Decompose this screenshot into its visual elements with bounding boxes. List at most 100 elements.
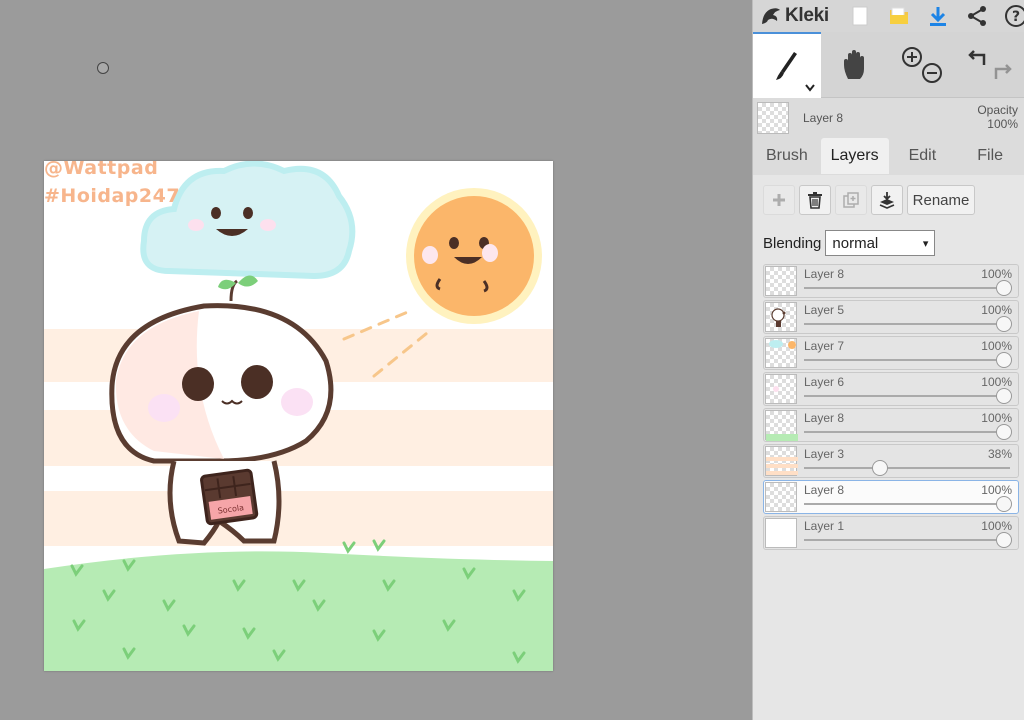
undo-icon[interactable] [968,50,986,65]
canvas-workspace[interactable]: Socola @Wattpad #Hoidap247 [0,0,752,720]
layer-thumbnail [765,266,797,296]
layer-opacity-value: 100% [981,375,1012,389]
layer-list: Layer 8 100% Layer 5 100% Layer 7 100% Layer 6… [763,264,1019,552]
blending-value: normal [832,234,879,252]
layer-opacity-slider[interactable] [804,539,1010,541]
layer-opacity-slider-handle[interactable] [996,532,1012,548]
brush-icon [775,52,797,80]
help-icon[interactable]: ? [1003,3,1024,29]
hand-tool[interactable] [821,32,889,98]
layer-opacity-slider[interactable] [804,287,1010,289]
layer-opacity-value: 38% [987,447,1012,461]
watermark-line-2: #Hoidap247 [44,185,181,207]
layer-name: Layer 7 [804,339,845,353]
layer-name: Layer 5 [804,303,845,317]
layer-opacity-slider-handle[interactable] [996,352,1012,368]
current-layer-name: Layer 8 [803,111,844,125]
layer-opacity-value: 100% [981,267,1012,281]
download-icon[interactable] [925,3,951,29]
zoom-tools [889,32,957,98]
layer-opacity-slider-handle[interactable] [996,316,1012,332]
layer-row[interactable]: Layer 8 100% [763,408,1019,442]
rename-layer-button[interactable]: Rename [907,185,975,215]
layer-actions: Rename [753,175,1024,219]
layer-name: Layer 6 [804,375,845,389]
tab-layers[interactable]: Layers [820,138,889,174]
layer-opacity-slider-handle[interactable] [996,280,1012,296]
top-bar: Kleki ? [753,0,1024,32]
layer-opacity-value: 100% [981,411,1012,425]
brush-cursor [97,62,109,74]
blending-label: Blending [763,234,822,252]
share-icon[interactable] [964,3,990,29]
layer-opacity-slider-handle[interactable] [996,424,1012,440]
layer-thumbnail [765,482,797,512]
layer-opacity-slider-handle[interactable] [872,460,888,476]
merge-down-button[interactable] [871,185,903,215]
opacity-label: Opacity [977,103,1018,117]
merge-down-icon [879,192,895,209]
history-tools [956,32,1024,98]
open-folder-icon[interactable] [886,3,912,29]
layer-opacity-slider[interactable] [804,323,1010,325]
layer-name: Layer 3 [804,447,845,461]
layer-thumbnail [765,302,797,332]
drawing-canvas[interactable]: Socola @Wattpad #Hoidap247 [44,161,553,671]
chevron-down-icon: ▾ [922,238,929,250]
blending-select[interactable]: normal ▾ [825,230,936,256]
layer-opacity-slider-handle[interactable] [996,388,1012,404]
layer-thumbnail [765,338,797,368]
layer-row[interactable]: Layer 8 100% [763,264,1019,298]
layer-name: Layer 8 [804,411,845,425]
zoom-out-icon[interactable] [922,63,943,83]
layer-opacity-slider[interactable] [804,431,1010,433]
panel-tabs: Brush Layers Edit File [753,138,1024,174]
layer-name: Layer 8 [804,267,845,281]
current-layer-opacity[interactable]: Opacity 100% [977,103,1018,131]
layer-opacity-slider[interactable] [804,503,1010,505]
zoom-in-icon[interactable] [902,47,923,67]
add-layer-icon [773,194,785,206]
layer-row[interactable]: Layer 7 100% [763,336,1019,370]
tab-file[interactable]: File [956,138,1024,174]
opacity-value: 100% [987,117,1018,131]
add-layer-button[interactable] [763,185,795,215]
brush-tool[interactable] [753,32,821,98]
artwork: Socola [44,161,553,671]
layer-name: Layer 1 [804,519,845,533]
watermark-line-1: @Wattpad [44,161,159,179]
tool-bar [753,32,1024,98]
layer-opacity-slider[interactable] [804,395,1010,397]
app-name: Kleki [785,5,829,26]
svg-text:?: ? [1012,9,1020,25]
tab-brush[interactable]: Brush [753,138,821,174]
layer-thumbnail [765,374,797,404]
layer-row[interactable]: Layer 5 100% [763,300,1019,334]
duplicate-layer-button[interactable] [835,185,867,215]
chevron-down-icon[interactable] [804,84,815,92]
blending-row: Blending normal ▾ [753,219,1024,259]
current-layer-strip: Layer 8 Opacity 100% [753,98,1024,138]
current-layer-thumbnail [757,102,789,134]
layer-thumbnail [765,518,797,548]
layer-opacity-slider-handle[interactable] [996,496,1012,512]
tab-edit[interactable]: Edit [889,138,957,174]
layer-row[interactable]: Layer 3 38% [763,444,1019,478]
layer-opacity-value: 100% [981,303,1012,317]
layer-opacity-slider[interactable] [804,467,1010,469]
kleki-logo-icon [762,8,780,24]
layers-pane: Rename Blending normal ▾ Layer 8 100% Laye… [753,175,1024,720]
layer-row[interactable]: Layer 8 100% [763,480,1019,514]
layer-opacity-value: 100% [981,483,1012,497]
redo-icon[interactable] [994,64,1012,79]
new-file-icon[interactable] [847,3,873,29]
delete-layer-button[interactable] [799,185,831,215]
right-panel: Kleki ? Layer 8 Opacity 100% Brush Layer… [752,0,1024,720]
delete-layer-icon [808,192,822,209]
layer-row[interactable]: Layer 6 100% [763,372,1019,406]
layer-name: Layer 8 [804,483,845,497]
logo[interactable]: Kleki [759,4,829,28]
layer-row[interactable]: Layer 1 100% [763,516,1019,550]
layer-opacity-slider[interactable] [804,359,1010,361]
layer-thumbnail [765,446,798,476]
